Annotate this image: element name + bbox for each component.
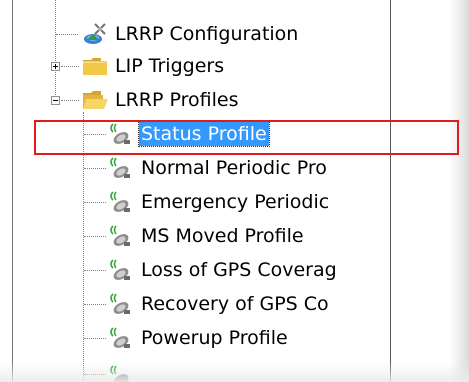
tree-item-label: LIP Triggers bbox=[115, 55, 225, 77]
tree-panel[interactable]: LRRP Configuration LIP Triggers LRRP Pro… bbox=[13, 0, 390, 382]
tree-item-label: Normal Periodic Pro bbox=[141, 157, 327, 179]
satellite-icon bbox=[110, 259, 130, 280]
tree-item-lrrp-configuration[interactable]: LRRP Configuration bbox=[81, 17, 300, 51]
tree-connector bbox=[56, 34, 78, 35]
satellite-icon bbox=[110, 293, 130, 314]
drop-shadow-right bbox=[450, 0, 469, 382]
satellite-icon bbox=[110, 225, 130, 246]
satellite-icon bbox=[110, 327, 130, 348]
tree-item-normal-periodic-profile[interactable]: Normal Periodic Pro bbox=[107, 151, 329, 185]
tree-item-powerup-profile[interactable]: Powerup Profile bbox=[107, 321, 290, 355]
tree-view-screenshot: LRRP Configuration LIP Triggers LRRP Pro… bbox=[0, 0, 469, 382]
drop-shadow-bottom bbox=[0, 362, 469, 382]
satellite-icon bbox=[110, 157, 130, 178]
tree-line-trunk bbox=[55, 0, 56, 105]
collapse-toggle-lrrp-profiles[interactable] bbox=[51, 96, 60, 105]
tree-item-label: MS Moved Profile bbox=[141, 225, 304, 247]
tree-item-lrrp-profiles[interactable]: LRRP Profiles bbox=[81, 83, 240, 117]
folder-open-icon bbox=[83, 91, 108, 109]
tree-connector bbox=[84, 270, 106, 271]
tree-connector bbox=[84, 202, 106, 203]
tree-item-ms-moved-profile[interactable]: MS Moved Profile bbox=[107, 219, 306, 253]
tree-connector bbox=[84, 168, 106, 169]
tree-item-loss-of-gps-coverage[interactable]: Loss of GPS Coverag bbox=[107, 253, 339, 287]
tree-connector bbox=[84, 338, 106, 339]
left-gutter bbox=[0, 0, 12, 382]
satellite-icon bbox=[110, 191, 130, 212]
tree-item-emergency-periodic[interactable]: Emergency Periodic bbox=[107, 185, 331, 219]
tree-item-label: LRRP Profiles bbox=[115, 89, 239, 111]
tree-item-lip-triggers[interactable]: LIP Triggers bbox=[81, 49, 226, 83]
tree-item-recovery-of-gps-coverage[interactable]: Recovery of GPS Co bbox=[107, 287, 331, 321]
tree-connector bbox=[61, 66, 79, 67]
lrrp-config-icon bbox=[84, 23, 106, 44]
tree-item-label: Powerup Profile bbox=[141, 327, 288, 349]
tree-connector bbox=[84, 236, 106, 237]
tree-item-label: LRRP Configuration bbox=[115, 23, 299, 45]
tree-item-label: Recovery of GPS Co bbox=[141, 293, 329, 315]
folder-icon bbox=[83, 58, 107, 75]
tree-connector bbox=[61, 100, 79, 101]
tree-item-label: Loss of GPS Coverag bbox=[141, 259, 337, 281]
expand-toggle-lip-triggers[interactable] bbox=[51, 62, 60, 71]
tree-connector bbox=[84, 304, 106, 305]
tree-item-label: Emergency Periodic bbox=[141, 191, 330, 213]
annotation-highlight-box bbox=[34, 120, 459, 155]
